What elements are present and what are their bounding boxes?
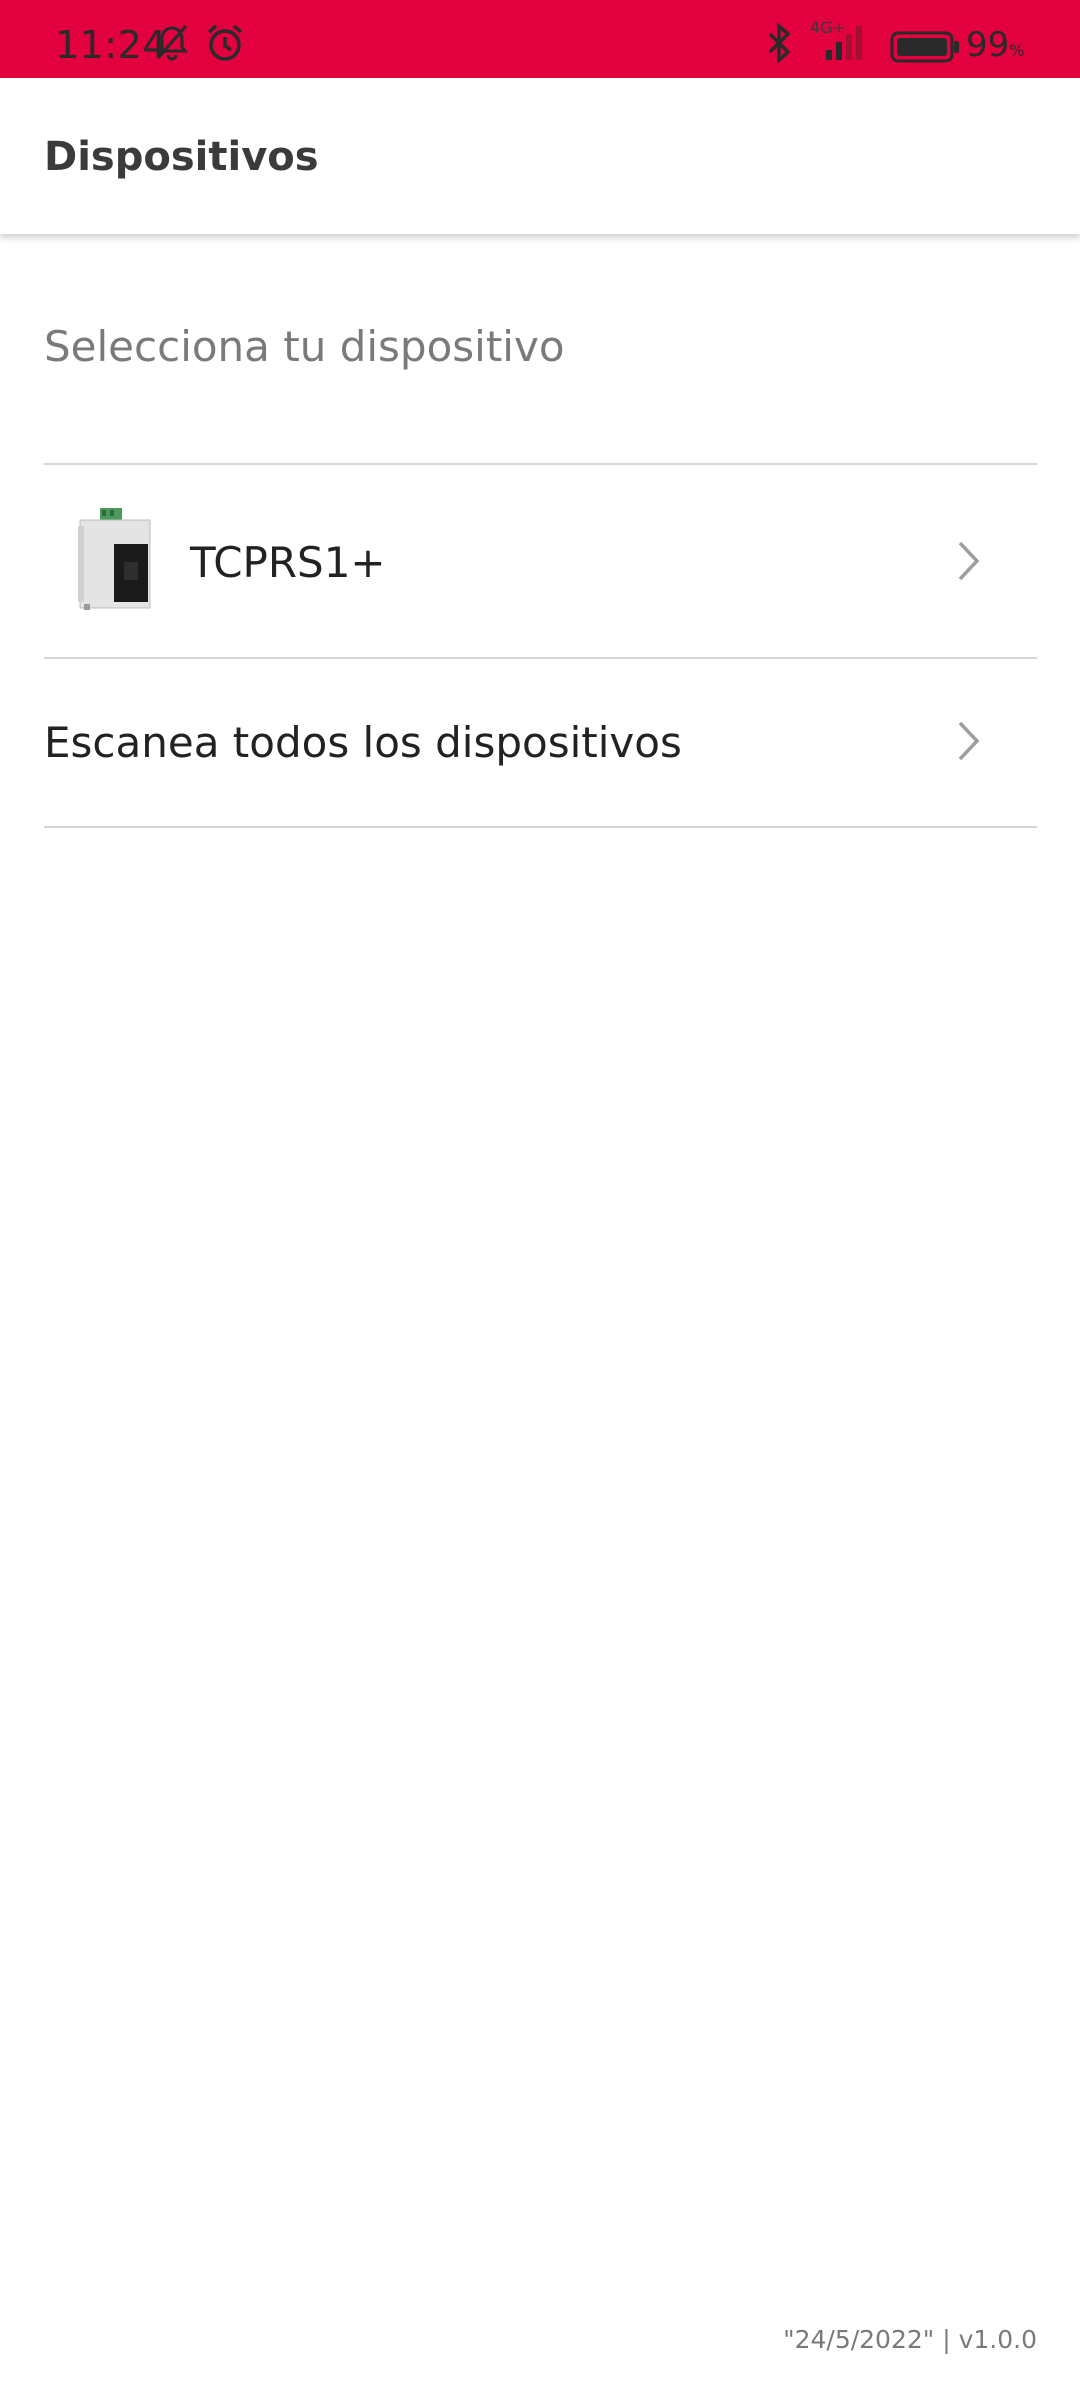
divider: [44, 657, 1037, 659]
scan-all-label: Escanea todos los dispositivos: [44, 718, 682, 767]
device-name: TCPRS1+: [190, 538, 386, 587]
bell-muted-icon: [156, 25, 188, 61]
page-title: Dispositivos: [44, 134, 319, 180]
divider: [44, 826, 1037, 828]
section-subtitle: Selecciona tu dispositivo: [44, 322, 565, 371]
status-bar: 11:24 4G+ 99%: [0, 0, 1080, 78]
device-thumbnail: [78, 508, 151, 610]
list-item-scan-all[interactable]: Escanea todos los dispositivos: [44, 660, 1037, 826]
battery-percent: 99%: [966, 25, 1025, 65]
version-label: "24/5/2022" | v1.0.0: [783, 2325, 1037, 2354]
battery-icon: [890, 31, 959, 63]
app-bar: Dispositivos: [0, 78, 1080, 234]
status-time: 11:24: [55, 23, 168, 67]
chevron-right-icon: [958, 721, 980, 761]
alarm-icon: [207, 24, 243, 61]
list-item-device[interactable]: TCPRS1+: [44, 466, 1037, 658]
bluetooth-icon: [768, 22, 791, 64]
signal-icon: [826, 26, 862, 60]
chevron-right-icon: [958, 541, 980, 581]
divider: [44, 463, 1037, 465]
